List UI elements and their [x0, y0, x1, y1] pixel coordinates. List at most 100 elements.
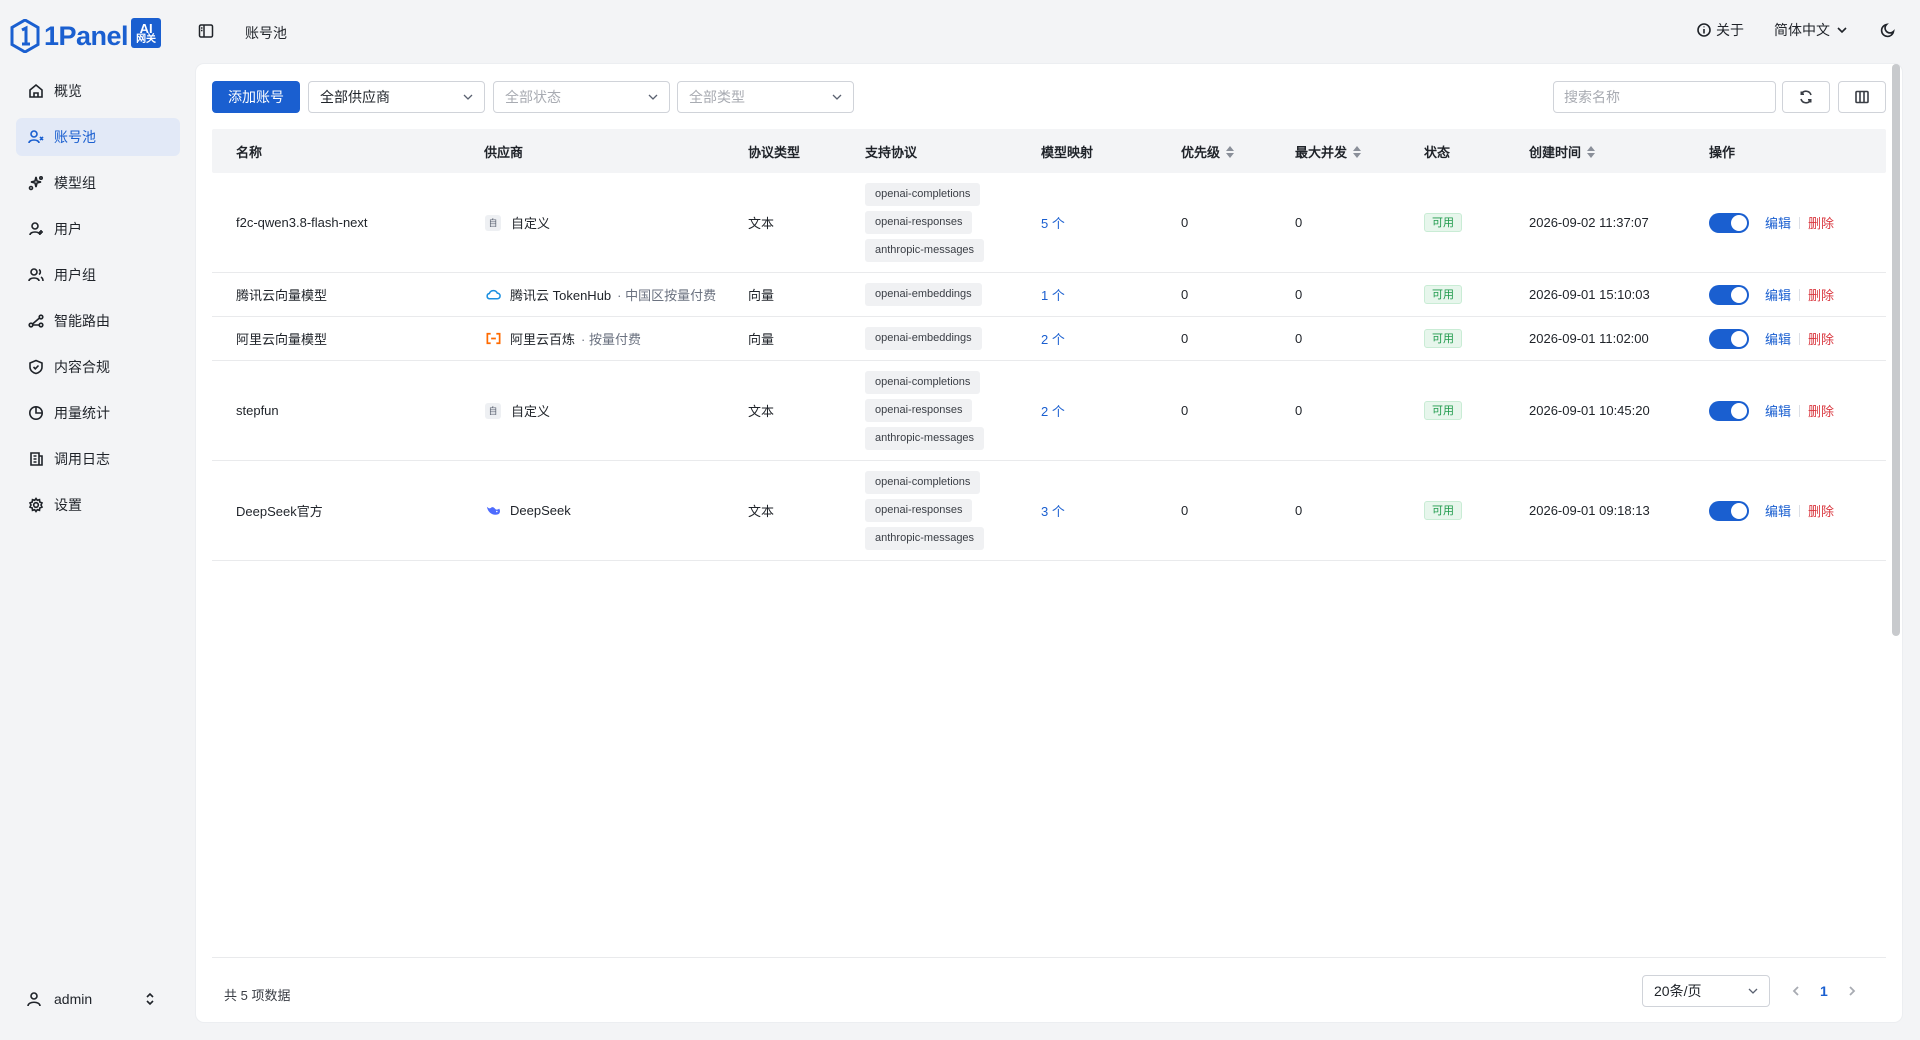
user-avatar-icon [27, 992, 41, 1007]
edit-link[interactable]: 编辑 [1765, 329, 1791, 348]
sidebar-item-model-group[interactable]: 模型组 [16, 164, 180, 202]
protocols-cell: openai-completions openai-responses anthro… [857, 173, 1033, 272]
sort-icon [1587, 145, 1596, 158]
delete-link[interactable]: 删除 [1808, 401, 1834, 420]
refresh-button[interactable] [1782, 81, 1830, 113]
protocol-tag: openai-embeddings [865, 327, 982, 350]
add-account-button[interactable]: 添加账号 [212, 81, 300, 113]
sidebar-item-user-groups[interactable]: 用户组 [16, 256, 180, 294]
column-header-label: 最大并发 [1295, 144, 1348, 160]
table-row: 腾讯云向量模型 腾讯云 TokenHub · 中国区按量付费 向量 openai-… [212, 273, 1886, 317]
moon-icon [1880, 23, 1895, 38]
sidebar-item-settings[interactable]: 设置 [16, 486, 180, 524]
provider-subtitle: · 中国区按量付费 [617, 288, 717, 303]
scrollbar[interactable] [1892, 64, 1900, 636]
status-badge: 可用 [1424, 329, 1462, 348]
sort-icon [1353, 145, 1362, 158]
protocol-tag: openai-responses [865, 399, 973, 422]
sidebar-item-users[interactable]: 用户 [16, 210, 180, 248]
theme-toggle[interactable] [1880, 22, 1896, 38]
protocols-cell: openai-completions openai-responses anthro… [857, 461, 1033, 560]
column-header-created[interactable]: 创建时间 [1521, 142, 1701, 161]
model-mapping-cell: 5 个 [1033, 213, 1173, 232]
provider-filter[interactable]: 全部供应商 [308, 81, 485, 113]
accounts-table: 名称 供应商 协议类型 支持协议 模型映射 优先级 最大并发 状态 创建时间 操… [212, 129, 1886, 561]
model-mapping-link[interactable]: 1 个 [1041, 288, 1065, 303]
search-input[interactable] [1553, 81, 1776, 113]
model-mapping-link[interactable]: 2 个 [1041, 404, 1065, 419]
model-mapping-link[interactable]: 2 个 [1041, 332, 1065, 347]
delete-link[interactable]: 删除 [1808, 329, 1834, 348]
language-select[interactable]: 简体中文 [1774, 20, 1850, 40]
refresh-icon [1800, 90, 1812, 104]
provider-name: 自定义 [511, 216, 551, 231]
logo[interactable]: 1Panel AI 网关 [10, 14, 162, 58]
sidebar: 1Panel AI 网关 概览 账号池 模型组 用户 用户组 智能路由 内容合规… [0, 0, 196, 1040]
page-number[interactable]: 1 [1820, 983, 1828, 999]
protocols-cell: openai-embeddings [857, 273, 1033, 316]
sidebar-item-compliance[interactable]: 内容合规 [16, 348, 180, 386]
protocol-tag: openai-responses [865, 499, 973, 522]
enable-toggle[interactable] [1709, 500, 1749, 521]
status-filter[interactable]: 全部状态 [493, 81, 670, 113]
user-pool-icon [28, 130, 44, 144]
column-header-actions: 操作 [1709, 144, 1736, 160]
enable-toggle[interactable] [1709, 328, 1749, 349]
type-filter[interactable]: 全部类型 [677, 81, 854, 113]
main-card: 添加账号 全部供应商 全部状态 全部类型 名称 供应商 协议类型 支持协议 模型… [196, 64, 1902, 1022]
enable-toggle[interactable] [1709, 212, 1749, 233]
sidebar-item-label: 用户组 [54, 267, 96, 283]
sidebar-item-label: 模型组 [54, 175, 96, 191]
column-settings-button[interactable] [1838, 81, 1886, 113]
sidebar-item-overview[interactable]: 概览 [16, 72, 180, 110]
protocol-tag: anthropic-messages [865, 427, 985, 450]
page-size-select[interactable]: 20条/页 [1642, 975, 1770, 1007]
protocol-tag: anthropic-messages [865, 527, 985, 550]
header: 账号池 关于 简体中文 [196, 0, 1920, 64]
provider-icon [484, 286, 502, 304]
prev-page-icon[interactable] [1790, 985, 1802, 997]
sidebar-item-label: 概览 [54, 83, 82, 99]
table-row: f2c-qwen3.8-flash-next 自自定义 文本 openai-co… [212, 173, 1886, 273]
sidebar-item-smart-routing[interactable]: 智能路由 [16, 302, 180, 340]
sidebar-item-usage-stats[interactable]: 用量统计 [16, 394, 180, 432]
logo-text: 1Panel [44, 20, 129, 51]
model-mapping-link[interactable]: 5 个 [1041, 216, 1065, 231]
protocol-type: 向量 [748, 332, 775, 347]
priority: 0 [1181, 215, 1189, 230]
page-size-value: 20条/页 [1654, 983, 1702, 999]
enable-toggle[interactable] [1709, 400, 1749, 421]
sidebar-nav: 概览 账号池 模型组 用户 用户组 智能路由 内容合规 用量统计 调用日志 设置 [16, 72, 180, 532]
about-button[interactable]: 关于 [1696, 20, 1744, 40]
account-name: DeepSeek官方 [236, 504, 323, 519]
chevron-up-down-icon [146, 992, 154, 1006]
delete-link[interactable]: 删除 [1808, 285, 1834, 304]
user-menu[interactable]: admin [16, 980, 180, 1018]
sidebar-item-label: 调用日志 [54, 451, 110, 467]
edit-link[interactable]: 编辑 [1765, 213, 1791, 232]
edit-link[interactable]: 编辑 [1765, 501, 1791, 520]
account-name: f2c-qwen3.8-flash-next [236, 215, 368, 230]
toolbar: 添加账号 全部供应商 全部状态 全部类型 [212, 81, 1886, 113]
column-header-max-concurrency[interactable]: 最大并发 [1287, 142, 1416, 161]
edit-link[interactable]: 编辑 [1765, 285, 1791, 304]
action-divider [1799, 504, 1801, 517]
enable-toggle[interactable] [1709, 284, 1749, 305]
sidebar-item-call-logs[interactable]: 调用日志 [16, 440, 180, 478]
model-mapping-cell: 1 个 [1033, 285, 1173, 304]
edit-link[interactable]: 编辑 [1765, 401, 1791, 420]
delete-link[interactable]: 删除 [1808, 501, 1834, 520]
status-badge: 可用 [1424, 501, 1462, 520]
total-count: 共 5 项数据 [224, 988, 291, 1003]
protocols-cell: openai-completions openai-responses anthro… [857, 361, 1033, 460]
priority: 0 [1181, 503, 1189, 518]
sidebar-toggle-icon[interactable] [198, 23, 214, 39]
model-mapping-link[interactable]: 3 个 [1041, 504, 1065, 519]
delete-link[interactable]: 删除 [1808, 213, 1834, 232]
next-page-icon[interactable] [1846, 985, 1858, 997]
status-cell: 可用 [1416, 213, 1521, 232]
sidebar-item-account-pool[interactable]: 账号池 [16, 118, 180, 156]
provider-cell: DeepSeek [476, 502, 740, 520]
column-header-priority[interactable]: 优先级 [1173, 142, 1287, 161]
protocol-type: 文本 [748, 404, 775, 419]
